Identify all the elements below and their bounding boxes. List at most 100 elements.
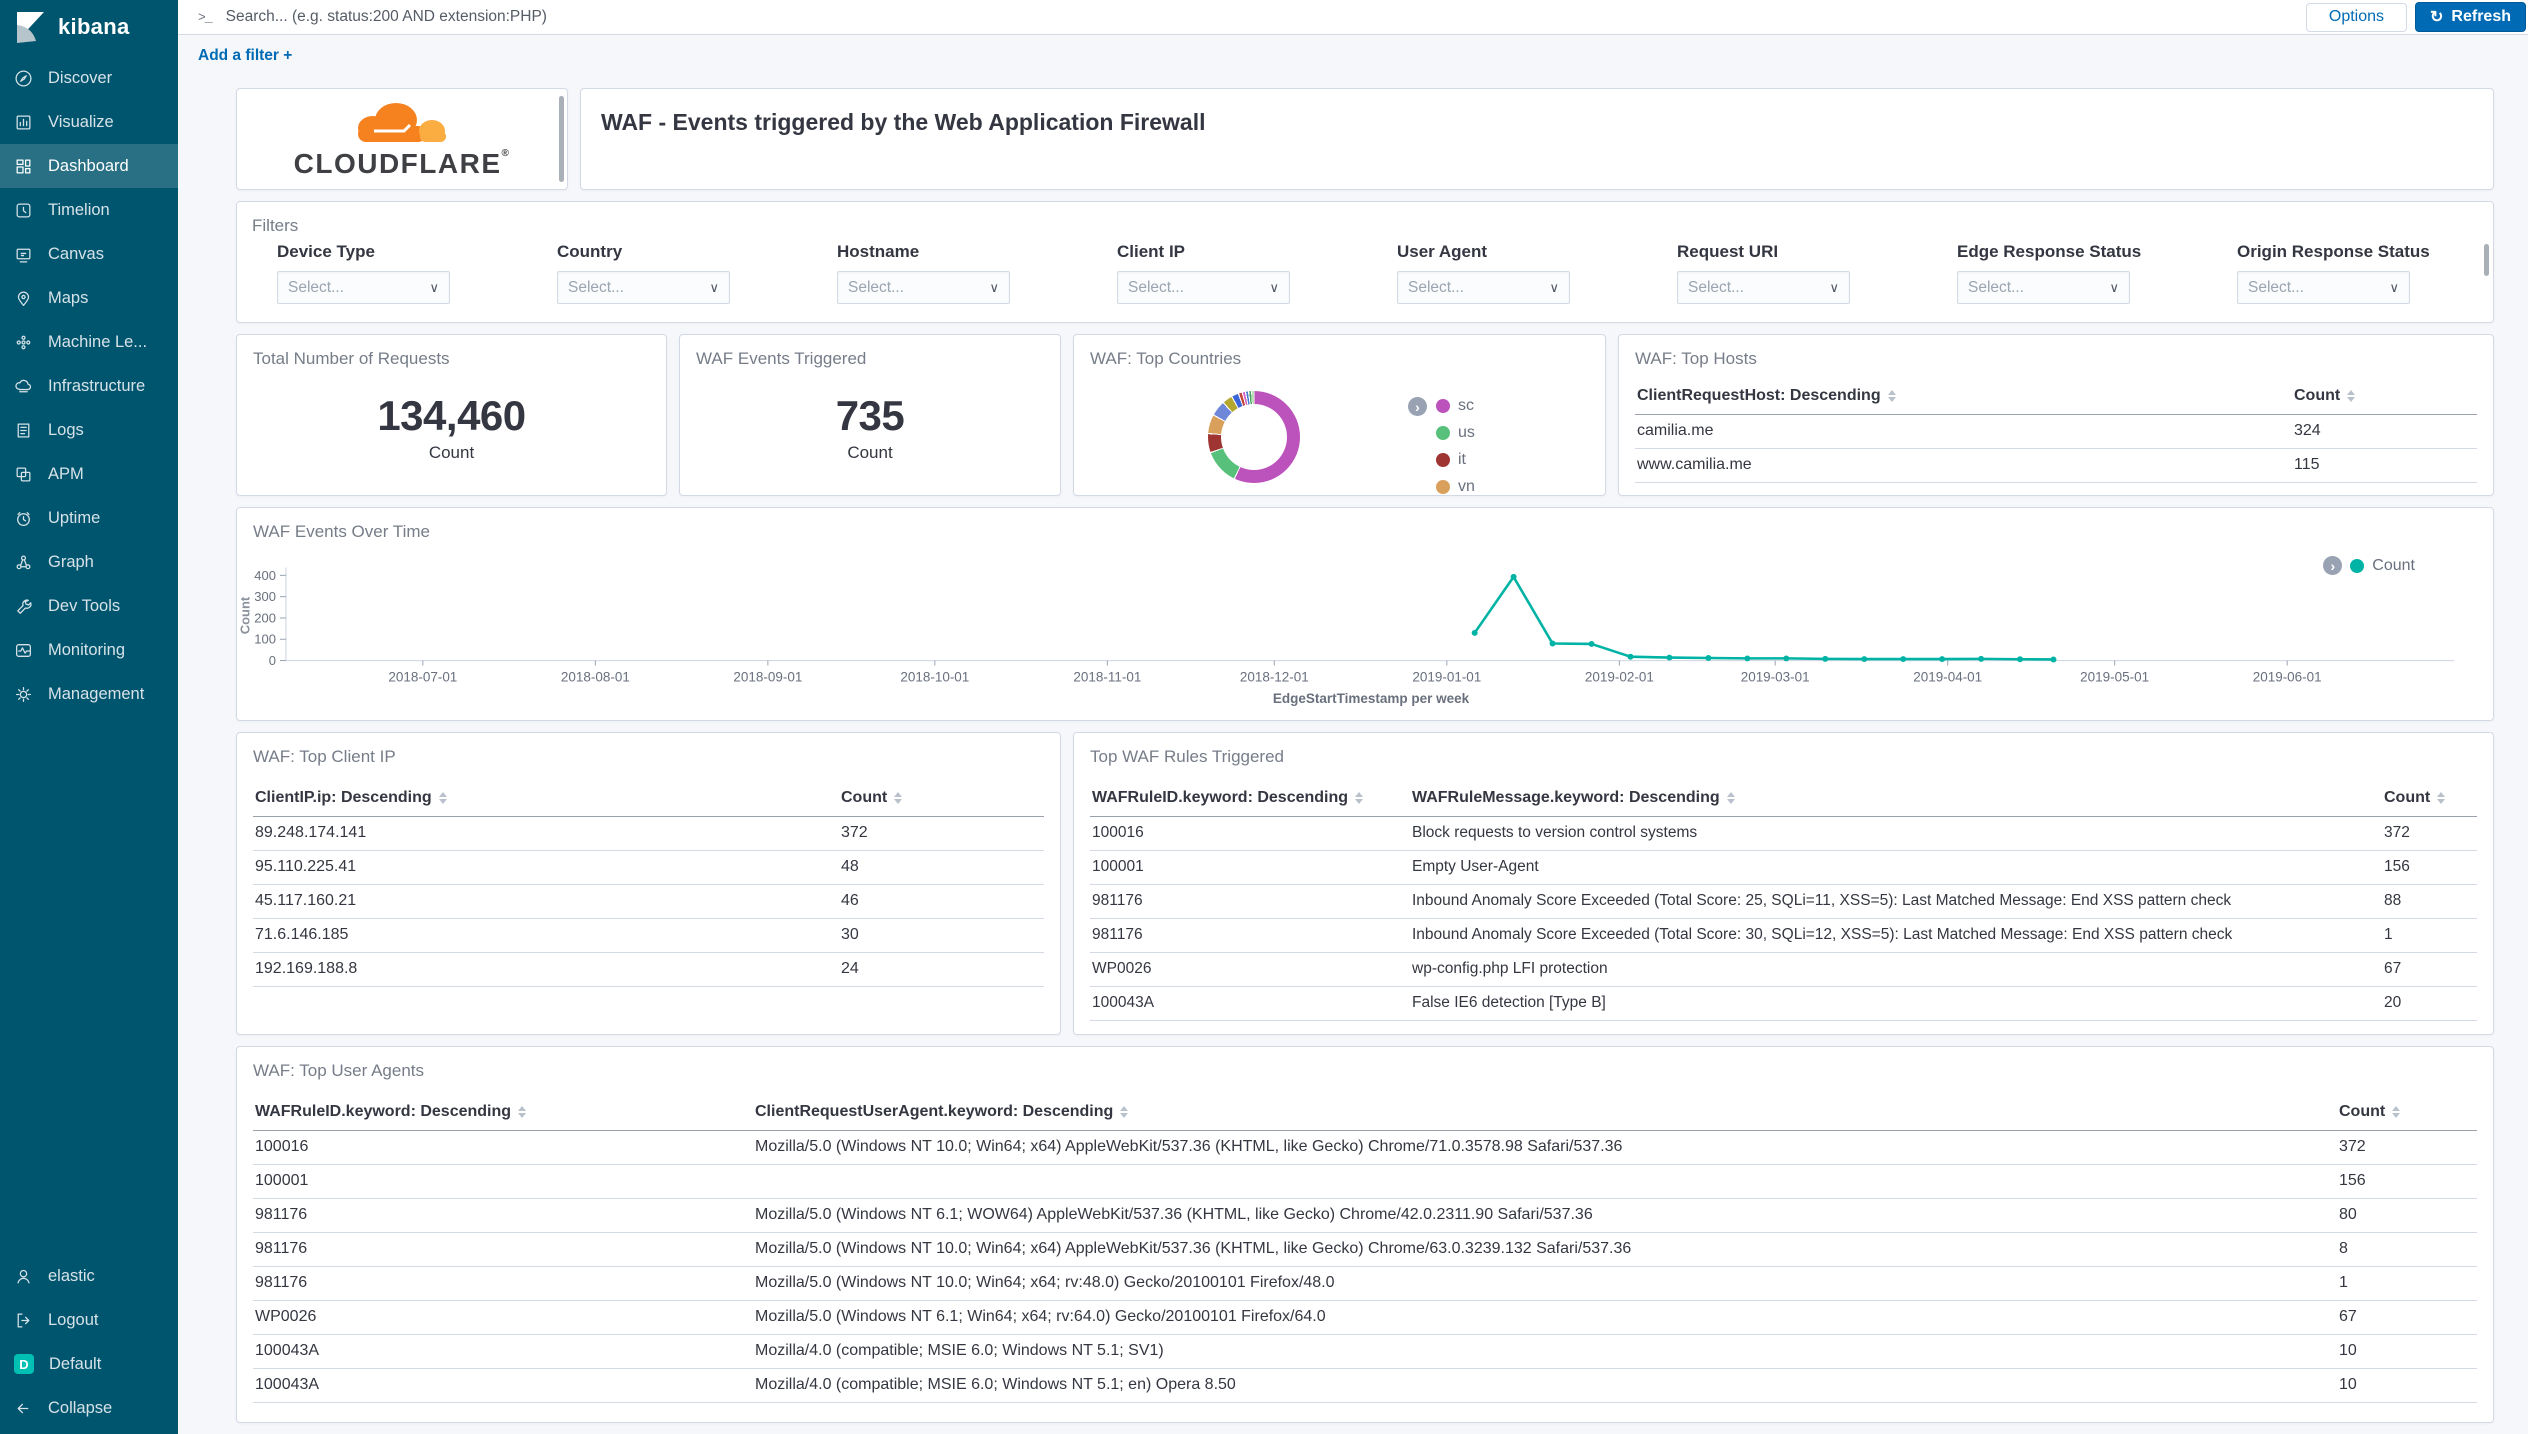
sidebar-item-user-elastic[interactable]: elastic xyxy=(0,1254,178,1298)
sidebar-item-logout[interactable]: Logout xyxy=(0,1298,178,1342)
panel-scrollbar[interactable] xyxy=(559,96,564,182)
sidebar-item-uptime[interactable]: Uptime xyxy=(0,496,178,540)
legend-item-sc[interactable]: sc xyxy=(1436,397,1475,415)
total-requests-panel: Total Number of Requests 134,460 Count xyxy=(236,334,667,496)
sidebar-item-label: Uptime xyxy=(48,509,100,528)
top-waf-rules-table: WAFRuleID.keyword: Descending WAFRuleMes… xyxy=(1090,781,2477,1021)
sidebar-item-machine-learning[interactable]: Machine Le... xyxy=(0,320,178,364)
table-cell: Mozilla/5.0 (Windows NT 6.1; Win64; x64;… xyxy=(753,1301,2337,1335)
sidebar-item-monitoring[interactable]: Monitoring xyxy=(0,628,178,672)
add-filter-link[interactable]: Add a filter + xyxy=(198,47,292,65)
svg-text:2018-08-01: 2018-08-01 xyxy=(561,669,630,684)
kibana-app: kibana Discover Visualize Dashboard Time… xyxy=(0,0,2528,1434)
sidebar-item-dev-tools[interactable]: Dev Tools xyxy=(0,584,178,628)
filter-field-country: CountrySelect...∨ xyxy=(557,242,837,304)
events-chart-legend: › Count xyxy=(2323,556,2415,575)
svg-text:2018-12-01: 2018-12-01 xyxy=(1240,669,1309,684)
legend-item-vn[interactable]: vn xyxy=(1436,478,1475,496)
sidebar-item-label: Monitoring xyxy=(48,641,125,660)
total-requests-value: 134,460 xyxy=(377,392,525,440)
sidebar-item-discover[interactable]: Discover xyxy=(0,56,178,100)
top-client-ip-panel: WAF: Top Client IP ClientIP.ip: Descendi… xyxy=(236,732,1061,1035)
sidebar-item-timelion[interactable]: Timelion xyxy=(0,188,178,232)
sort-icon[interactable] xyxy=(1888,390,1896,402)
events-over-time-panel: WAF Events Over Time Count 0100200300400… xyxy=(236,507,2494,721)
table-row: 981176Mozilla/5.0 (Windows NT 6.1; WOW64… xyxy=(253,1199,2477,1233)
search-input[interactable] xyxy=(226,0,2306,34)
table-row: 100043AFalse IE6 detection [Type B]20 xyxy=(1090,987,2477,1021)
table-cell: 48 xyxy=(839,851,1044,885)
x-axis-label: EdgeStartTimestamp per week xyxy=(286,691,2456,706)
legend-item-it[interactable]: it xyxy=(1436,451,1475,469)
legend-label[interactable]: Count xyxy=(2372,557,2415,575)
sidebar-item-collapse[interactable]: Collapse xyxy=(0,1386,178,1430)
filter-select-device-type[interactable]: Select...∨ xyxy=(277,271,450,304)
filter-select-country[interactable]: Select...∨ xyxy=(557,271,730,304)
table-cell: 100016 xyxy=(1090,817,1410,851)
top-client-ip-table: ClientIP.ip: Descending Count 89.248.174… xyxy=(253,781,1044,987)
filter-select-edge-response-status[interactable]: Select...∨ xyxy=(1957,271,2130,304)
filter-label: Request URI xyxy=(1677,242,1957,262)
table-row: 100001Empty User-Agent156 xyxy=(1090,851,2477,885)
sidebar-item-graph[interactable]: Graph xyxy=(0,540,178,584)
filter-select-request-uri[interactable]: Select...∨ xyxy=(1677,271,1850,304)
filter-select-client-ip[interactable]: Select...∨ xyxy=(1117,271,1290,304)
sidebar-item-dashboard[interactable]: Dashboard xyxy=(0,144,178,188)
filter-select-origin-response-status[interactable]: Select...∨ xyxy=(2237,271,2410,304)
kibana-logo[interactable]: kibana xyxy=(0,0,178,56)
legend-expand-icon[interactable]: › xyxy=(1408,397,1427,416)
options-button[interactable]: Options xyxy=(2306,3,2407,32)
filter-select-hostname[interactable]: Select...∨ xyxy=(837,271,1010,304)
column-header: WAFRuleID.keyword: Descending xyxy=(253,1095,753,1131)
legend-label: us xyxy=(1458,424,1475,442)
sort-icon[interactable] xyxy=(1120,1106,1128,1118)
panel-scrollbar[interactable] xyxy=(2484,244,2489,276)
sort-icon[interactable] xyxy=(894,792,902,804)
sidebar-item-management[interactable]: Management xyxy=(0,672,178,716)
legend-expand-icon[interactable]: › xyxy=(2323,556,2342,575)
dashboard-icon xyxy=(14,157,33,176)
sort-icon[interactable] xyxy=(2437,792,2445,804)
select-placeholder: Select... xyxy=(1968,279,2024,297)
table-cell: 71.6.146.185 xyxy=(253,919,839,953)
svg-text:2019-01-01: 2019-01-01 xyxy=(1412,669,1481,684)
top-countries-donut-chart[interactable] xyxy=(1208,391,1300,483)
dashboard-content: CLOUDFLARE® WAF - Events triggered by th… xyxy=(178,76,2528,1434)
sidebar-item-apm[interactable]: APM xyxy=(0,452,178,496)
filter-select-user-agent[interactable]: Select...∨ xyxy=(1397,271,1570,304)
events-line-chart[interactable]: 01002003004002018-07-012018-08-012018-09… xyxy=(237,508,2493,720)
legend-item-us[interactable]: us xyxy=(1436,424,1475,442)
sidebar-item-label: Canvas xyxy=(48,245,104,264)
legend-dot xyxy=(1436,426,1450,440)
sort-icon[interactable] xyxy=(518,1106,526,1118)
sort-icon[interactable] xyxy=(2347,390,2355,402)
table-cell: 10 xyxy=(2337,1335,2477,1369)
sort-icon[interactable] xyxy=(1355,792,1363,804)
refresh-button[interactable]: ↻ Refresh xyxy=(2415,2,2526,32)
sidebar-item-infrastructure[interactable]: Infrastructure xyxy=(0,364,178,408)
sort-icon[interactable] xyxy=(2392,1106,2400,1118)
kibana-logo-text: kibana xyxy=(58,14,130,40)
sort-icon[interactable] xyxy=(1727,792,1735,804)
table-cell: 89.248.174.141 xyxy=(253,817,839,851)
svg-text:2018-11-01: 2018-11-01 xyxy=(1073,669,1141,684)
sidebar-item-canvas[interactable]: Canvas xyxy=(0,232,178,276)
sidebar-item-visualize[interactable]: Visualize xyxy=(0,100,178,144)
table-cell: 981176 xyxy=(1090,919,1410,953)
table-cell: 100043A xyxy=(1090,987,1410,1021)
sidebar-item-default-space[interactable]: D Default xyxy=(0,1342,178,1386)
sidebar-item-logs[interactable]: Logs xyxy=(0,408,178,452)
table-row: camilia.me324 xyxy=(1635,415,2477,449)
filter-field-client-ip: Client IPSelect...∨ xyxy=(1117,242,1397,304)
canvas-icon xyxy=(14,245,33,264)
sidebar-item-maps[interactable]: Maps xyxy=(0,276,178,320)
default-space-icon: D xyxy=(14,1354,34,1374)
table-cell: 67 xyxy=(2382,953,2477,987)
table-row: 981176Inbound Anomaly Score Exceeded (To… xyxy=(1090,885,2477,919)
sidebar-item-label: Logout xyxy=(48,1311,98,1330)
table-cell: camilia.me xyxy=(1635,415,2292,449)
table-cell: 981176 xyxy=(1090,885,1410,919)
sort-icon[interactable] xyxy=(439,792,447,804)
top-countries-panel: WAF: Top Countries › scusitvn xyxy=(1073,334,1606,496)
table-row: 100016Mozilla/5.0 (Windows NT 10.0; Win6… xyxy=(253,1131,2477,1165)
